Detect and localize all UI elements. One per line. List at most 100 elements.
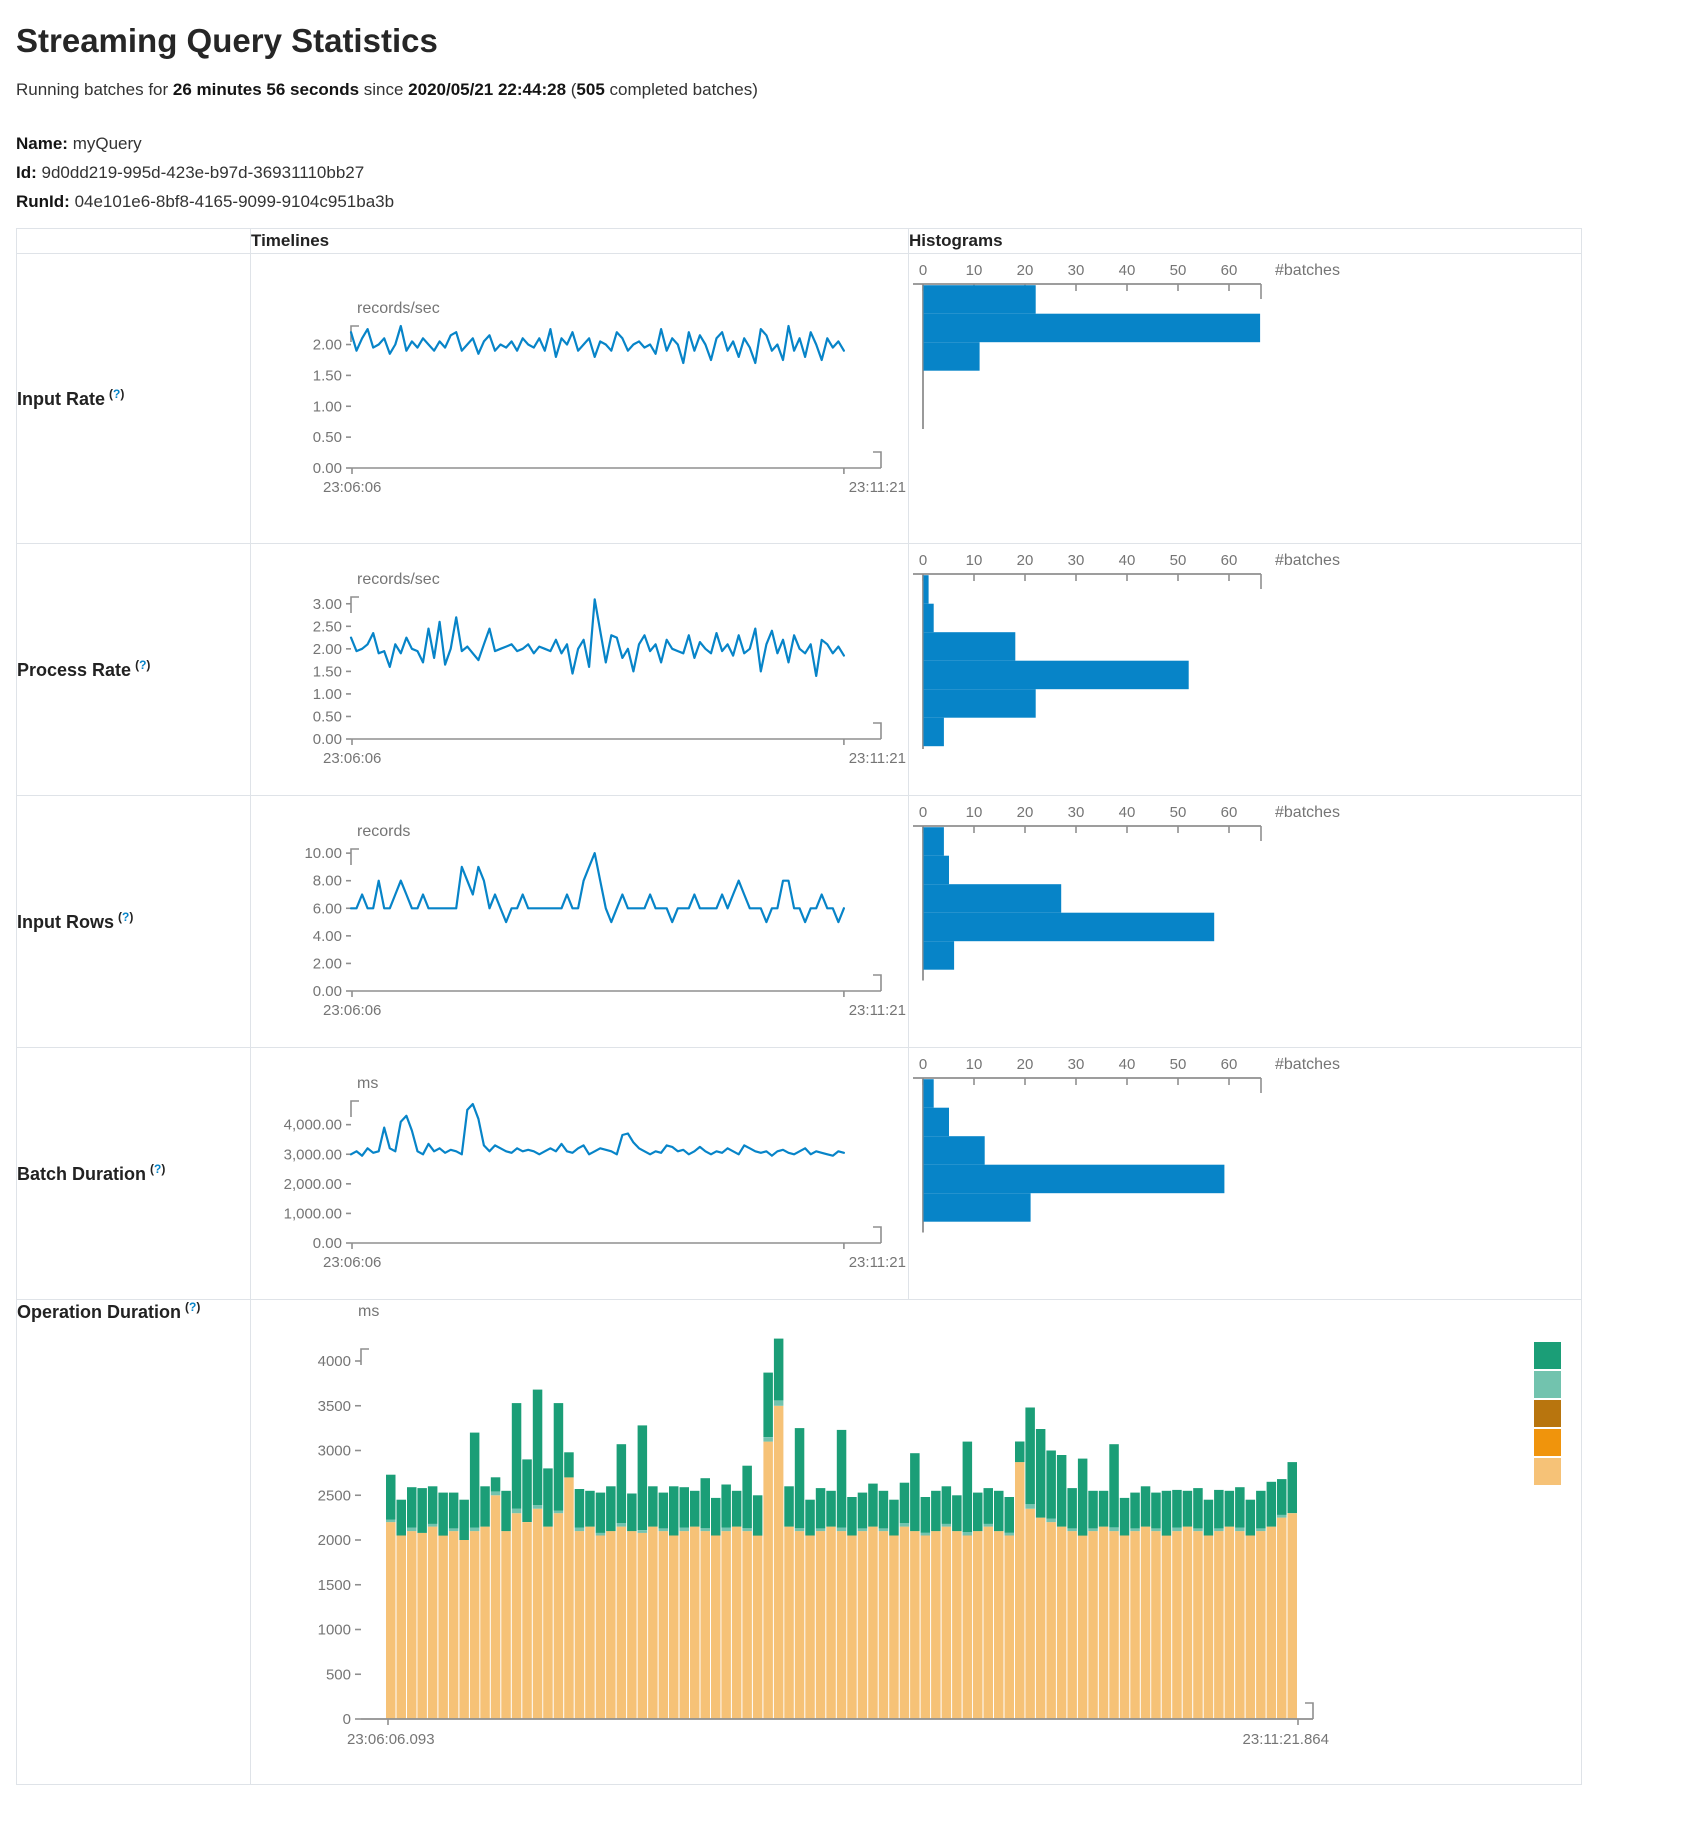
row-label-operation-duration: Operation Duration(?): [17, 1302, 200, 1322]
svg-text:2.00: 2.00: [313, 641, 342, 658]
svg-text:4,000.00: 4,000.00: [284, 1117, 342, 1134]
query-runid-line: RunId: 04e101e6-8bf8-4165-9099-9104c951b…: [16, 192, 1677, 212]
legend-swatch: [1534, 1458, 1561, 1485]
svg-text:50: 50: [1170, 552, 1187, 569]
svg-text:50: 50: [1170, 262, 1187, 279]
svg-text:23:06:06: 23:06:06: [323, 479, 381, 496]
svg-text:#batches: #batches: [1275, 552, 1340, 569]
input-rate-timeline-chart: records/sec2.001.501.000.500.0023:06:062…: [251, 296, 908, 501]
table-row-batch-duration: Batch Duration(?) ms4,000.003,000.002,00…: [17, 1048, 1582, 1300]
help-icon[interactable]: (?): [109, 387, 124, 401]
legend-swatch: [1534, 1429, 1561, 1456]
since-text: since: [359, 80, 408, 99]
query-id-value: 9d0dd219-995d-423e-b97d-36931110bb27: [42, 163, 365, 182]
svg-text:40: 40: [1119, 262, 1136, 279]
svg-text:ms: ms: [358, 1303, 379, 1320]
svg-text:23:06:06: 23:06:06: [323, 1002, 381, 1019]
svg-text:10: 10: [966, 552, 983, 569]
legend-swatch: [1534, 1342, 1561, 1369]
statistics-table: Timelines Histograms Input Rate(?) recor…: [16, 228, 1582, 1785]
svg-text:3000: 3000: [318, 1443, 351, 1460]
timelines-header: Timelines: [251, 229, 909, 254]
input-rows-histogram-chart: 0102030405060#batches: [909, 796, 1581, 1001]
running-prefix: Running batches for: [16, 80, 173, 99]
running-summary: Running batches for 26 minutes 56 second…: [16, 80, 1677, 100]
help-icon[interactable]: (?): [118, 910, 133, 924]
svg-text:60: 60: [1221, 262, 1238, 279]
svg-text:10.00: 10.00: [304, 845, 342, 862]
svg-text:23:11:21: 23:11:21: [849, 479, 906, 496]
svg-text:10: 10: [966, 1056, 983, 1073]
running-duration: 26 minutes 56 seconds: [173, 80, 359, 99]
svg-text:60: 60: [1221, 1056, 1238, 1073]
help-icon[interactable]: (?): [150, 1162, 165, 1176]
svg-text:1.00: 1.00: [313, 398, 342, 415]
query-name-value: myQuery: [73, 134, 142, 153]
svg-text:1000: 1000: [318, 1622, 351, 1639]
svg-text:60: 60: [1221, 804, 1238, 821]
svg-text:records/sec: records/sec: [357, 300, 440, 317]
svg-text:23:06:06: 23:06:06: [323, 750, 381, 767]
batch-duration-histogram-chart: 0102030405060#batches: [909, 1048, 1581, 1253]
svg-text:records: records: [357, 823, 410, 840]
row-label-input-rows: Input Rows(?): [17, 912, 133, 932]
open-paren: (: [566, 80, 576, 99]
query-id-line: Id: 9d0dd219-995d-423e-b97d-36931110bb27: [16, 163, 1677, 183]
svg-text:23:06:06: 23:06:06: [323, 1254, 381, 1271]
input-rows-timeline-chart: records10.008.006.004.002.000.0023:06:06…: [251, 819, 908, 1024]
svg-text:2,000.00: 2,000.00: [284, 1176, 342, 1193]
row-label-input-rate: Input Rate(?): [17, 389, 124, 409]
svg-text:23:11:21.864: 23:11:21.864: [1243, 1731, 1329, 1748]
query-name-label: Name:: [16, 134, 68, 153]
process-rate-timeline-chart: records/sec3.002.502.001.501.000.500.002…: [251, 567, 908, 772]
help-icon[interactable]: (?): [135, 658, 150, 672]
completed-suffix: completed batches): [605, 80, 758, 99]
svg-text:1,000.00: 1,000.00: [284, 1205, 342, 1222]
svg-text:8.00: 8.00: [313, 873, 342, 890]
svg-text:0: 0: [919, 804, 927, 821]
svg-text:50: 50: [1170, 804, 1187, 821]
help-icon[interactable]: (?): [185, 1300, 200, 1314]
svg-text:40: 40: [1119, 1056, 1136, 1073]
svg-text:0: 0: [919, 552, 927, 569]
svg-text:500: 500: [326, 1666, 351, 1683]
svg-text:30: 30: [1068, 262, 1085, 279]
svg-text:0: 0: [343, 1711, 351, 1728]
streaming-statistics-page: Streaming Query Statistics Running batch…: [0, 0, 1693, 1825]
process-rate-histogram-chart: 0102030405060#batches: [909, 544, 1581, 749]
start-time: 2020/05/21 22:44:28: [408, 80, 566, 99]
table-row-input-rate: Input Rate(?) records/sec2.001.501.000.5…: [17, 254, 1582, 544]
operation-duration-stacked-chart: ms4000350030002500200015001000500023:06:…: [251, 1300, 1581, 1760]
svg-text:20: 20: [1017, 552, 1034, 569]
svg-text:#batches: #batches: [1275, 804, 1340, 821]
svg-text:40: 40: [1119, 552, 1136, 569]
svg-text:23:11:21: 23:11:21: [849, 750, 906, 767]
svg-text:23:11:21: 23:11:21: [849, 1254, 906, 1271]
svg-text:20: 20: [1017, 804, 1034, 821]
table-row-process-rate: Process Rate(?) records/sec3.002.502.001…: [17, 544, 1582, 796]
query-id-label: Id:: [16, 163, 37, 182]
svg-text:0.00: 0.00: [313, 1235, 342, 1252]
svg-text:40: 40: [1119, 804, 1136, 821]
svg-text:23:06:06.093: 23:06:06.093: [347, 1731, 435, 1748]
svg-text:6.00: 6.00: [313, 900, 342, 917]
svg-text:30: 30: [1068, 552, 1085, 569]
row-label-process-rate: Process Rate(?): [17, 660, 150, 680]
svg-text:20: 20: [1017, 262, 1034, 279]
svg-text:2.00: 2.00: [313, 337, 342, 354]
header-row: Timelines Histograms: [17, 229, 1582, 254]
svg-text:#batches: #batches: [1275, 1056, 1340, 1073]
svg-text:3500: 3500: [318, 1398, 351, 1415]
svg-text:23:11:21: 23:11:21: [849, 1002, 906, 1019]
empty-header-cell: [17, 229, 251, 254]
svg-text:10: 10: [966, 804, 983, 821]
svg-text:ms: ms: [357, 1075, 378, 1092]
svg-text:0.50: 0.50: [313, 708, 342, 725]
histograms-header: Histograms: [909, 229, 1582, 254]
svg-text:0.00: 0.00: [313, 983, 342, 1000]
table-row-operation-duration: Operation Duration(?) ms4000350030002500…: [17, 1300, 1582, 1785]
svg-text:2.50: 2.50: [313, 618, 342, 635]
svg-text:1500: 1500: [318, 1577, 351, 1594]
legend-swatch: [1534, 1371, 1561, 1398]
svg-text:0.50: 0.50: [313, 429, 342, 446]
